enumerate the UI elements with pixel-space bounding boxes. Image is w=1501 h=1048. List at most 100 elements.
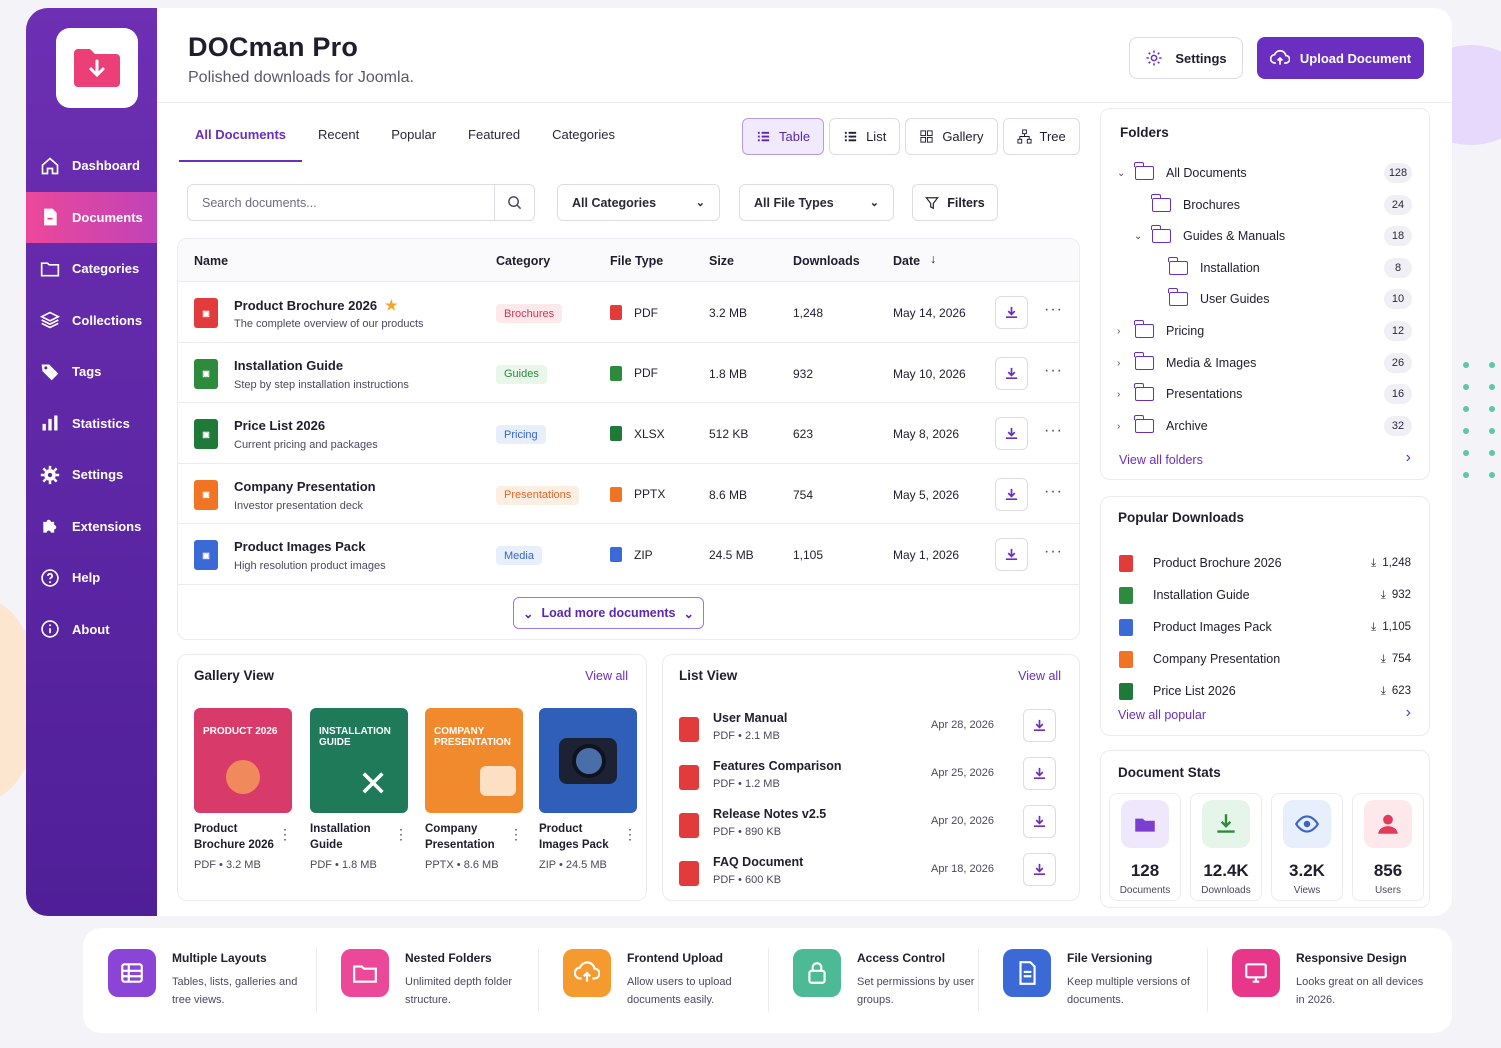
sidebar-item-collections[interactable]: Collections [26,295,157,347]
folder-item[interactable]: ⌄ Guides & Manuals 18 [1117,224,1412,248]
more-options-icon[interactable]: ⋮ [623,826,637,843]
category-badge[interactable]: Presentations [496,485,580,505]
table-row[interactable]: ▣ Company Presentation Investor presenta… [178,464,1079,524]
chevron-down-icon[interactable]: ⌄ [1117,168,1129,179]
document-thumbnail[interactable]: INSTALLATION GUIDE ✕ [310,708,408,813]
search-icon[interactable] [494,185,534,220]
filters-button[interactable]: Filters [912,184,998,221]
popular-download-item[interactable]: Price List 2026 ⤓ 623 [1119,680,1411,702]
chevron-right-icon[interactable]: › [1117,326,1129,337]
folder-item[interactable]: › Presentations 16 [1117,382,1412,406]
view-gallery-button[interactable]: Gallery [905,118,998,155]
document-name[interactable]: Price List 2026 [234,418,325,433]
tab-categories[interactable]: Categories [536,116,631,160]
download-button[interactable] [995,356,1028,390]
popular-download-item[interactable]: Company Presentation ⤓ 754 [1119,648,1411,670]
document-thumbnail[interactable]: COMPANY PRESENTATION [425,708,523,813]
list-item[interactable]: FAQ Document PDF • 600 KB Apr 18, 2026 [679,853,1059,901]
file-type-select[interactable]: All File Types ⌄ [739,184,894,221]
more-options-icon[interactable]: ··· [1044,483,1063,501]
list-item[interactable]: Release Notes v2.5 PDF • 890 KB Apr 20, … [679,805,1059,853]
more-options-icon[interactable]: ··· [1044,422,1063,440]
column-header-name[interactable]: Name [194,254,228,268]
sidebar-item-extensions[interactable]: Extensions [26,501,157,553]
gallery-item-name[interactable]: Product Images Pack [539,822,625,853]
sidebar-item-documents[interactable]: Documents [26,191,157,243]
column-header-size[interactable]: Size [709,254,734,268]
category-badge[interactable]: Pricing [496,425,546,444]
category-badge[interactable]: Guides [496,364,547,384]
chevron-right-icon[interactable]: › [1117,421,1129,432]
sidebar-item-tags[interactable]: Tags [26,346,157,398]
folder-item[interactable]: ⌄ All Documents 128 [1117,161,1412,185]
folder-item[interactable]: Brochures 24 [1117,193,1412,217]
view-table-button[interactable]: Table [742,118,825,155]
chevron-right-icon[interactable]: › [1406,449,1411,467]
search-input[interactable]: Search documents... [187,184,535,221]
document-name[interactable]: Product Images Pack [234,539,366,554]
chevron-right-icon[interactable]: › [1117,389,1129,400]
category-select[interactable]: All Categories ⌄ [557,184,720,221]
sidebar-item-statistics[interactable]: Statistics [26,398,157,450]
category-badge[interactable]: Brochures [496,304,563,323]
gallery-item[interactable]: COMPANY PRESENTATION Company Presentatio… [425,708,523,871]
category-badge[interactable]: Media [496,546,542,565]
popular-download-item[interactable]: Product Brochure 2026 ⤓ 1,248 [1119,552,1411,574]
sidebar-item-settings[interactable]: Settings [26,449,157,501]
list-item-name[interactable]: Features Comparison [713,759,842,773]
settings-button[interactable]: Settings [1129,37,1243,79]
upload-document-button[interactable]: Upload Document [1257,37,1424,79]
chevron-down-icon[interactable]: ⌄ [1134,231,1146,242]
gallery-item[interactable]: PRODUCT 2026 Product Brochure 2026 PDF •… [194,708,292,871]
more-options-icon[interactable]: ⋮ [509,826,523,843]
sidebar-item-about[interactable]: About [26,604,157,656]
list-item[interactable]: Features Comparison PDF • 1.2 MB Apr 25,… [679,757,1059,805]
view-all-folders-link[interactable]: View all folders [1119,453,1203,467]
sidebar-item-dashboard[interactable]: Dashboard [26,140,157,192]
column-header-date[interactable]: Date [893,254,920,268]
more-options-icon[interactable]: ⋮ [278,826,292,843]
more-options-icon[interactable]: ··· [1044,301,1063,319]
list-view-all-link[interactable]: View all [1018,669,1061,683]
download-button[interactable] [1023,757,1056,790]
load-more-button[interactable]: ⌄ Load more documents ⌄ [513,597,704,629]
folder-item[interactable]: › Media & Images 26 [1117,351,1412,375]
table-row[interactable]: ▣ Price List 2026 Current pricing and pa… [178,403,1079,464]
document-thumbnail[interactable]: PRODUCT 2026 [194,708,292,813]
more-options-icon[interactable]: ··· [1044,362,1063,380]
view-tree-button[interactable]: Tree [1002,118,1080,155]
sidebar-item-help[interactable]: Help [26,552,157,604]
download-button[interactable] [995,296,1028,329]
tab-featured[interactable]: Featured [452,116,536,160]
chevron-right-icon[interactable]: › [1406,704,1411,722]
more-options-icon[interactable]: ⋮ [394,826,408,843]
list-item-name[interactable]: FAQ Document [713,855,803,869]
document-thumbnail[interactable] [539,708,637,813]
download-button[interactable] [1023,805,1056,838]
download-button[interactable] [995,477,1028,511]
document-name[interactable]: Installation Guide [234,358,343,373]
gallery-item[interactable]: Product Images Pack ZIP • 24.5 MB ⋮ [539,708,637,871]
popular-download-item[interactable]: Product Images Pack ⤓ 1,105 [1119,616,1411,638]
gallery-item-name[interactable]: Product Brochure 2026 [194,822,280,853]
table-row[interactable]: ▣ Installation Guide Step by step instal… [178,343,1079,403]
column-header-downloads[interactable]: Downloads [793,254,860,268]
list-item-name[interactable]: User Manual [713,711,787,725]
tab-popular[interactable]: Popular [375,116,452,160]
document-name[interactable]: Company Presentation [234,479,376,494]
download-button[interactable] [995,538,1028,571]
more-options-icon[interactable]: ··· [1044,543,1063,561]
table-row[interactable]: ▣ Product Images Pack High resolution pr… [178,524,1079,585]
app-logo[interactable] [56,28,138,108]
gallery-item[interactable]: INSTALLATION GUIDE ✕ Installation Guide P… [310,708,408,871]
view-list-button[interactable]: List [829,118,901,155]
column-header-file-type[interactable]: File Type [610,254,663,268]
list-item[interactable]: User Manual PDF • 2.1 MB Apr 28, 2026 [679,709,1059,757]
folder-item[interactable]: User Guides 10 [1117,287,1412,311]
download-button[interactable] [1023,709,1056,742]
chevron-right-icon[interactable]: › [1117,358,1129,369]
folder-item[interactable]: Installation 8 [1117,256,1412,280]
sort-arrow-icon[interactable]: ↓ [930,252,936,266]
popular-download-item[interactable]: Installation Guide ⤓ 932 [1119,584,1411,606]
folder-item[interactable]: › Archive 32 [1117,414,1412,438]
